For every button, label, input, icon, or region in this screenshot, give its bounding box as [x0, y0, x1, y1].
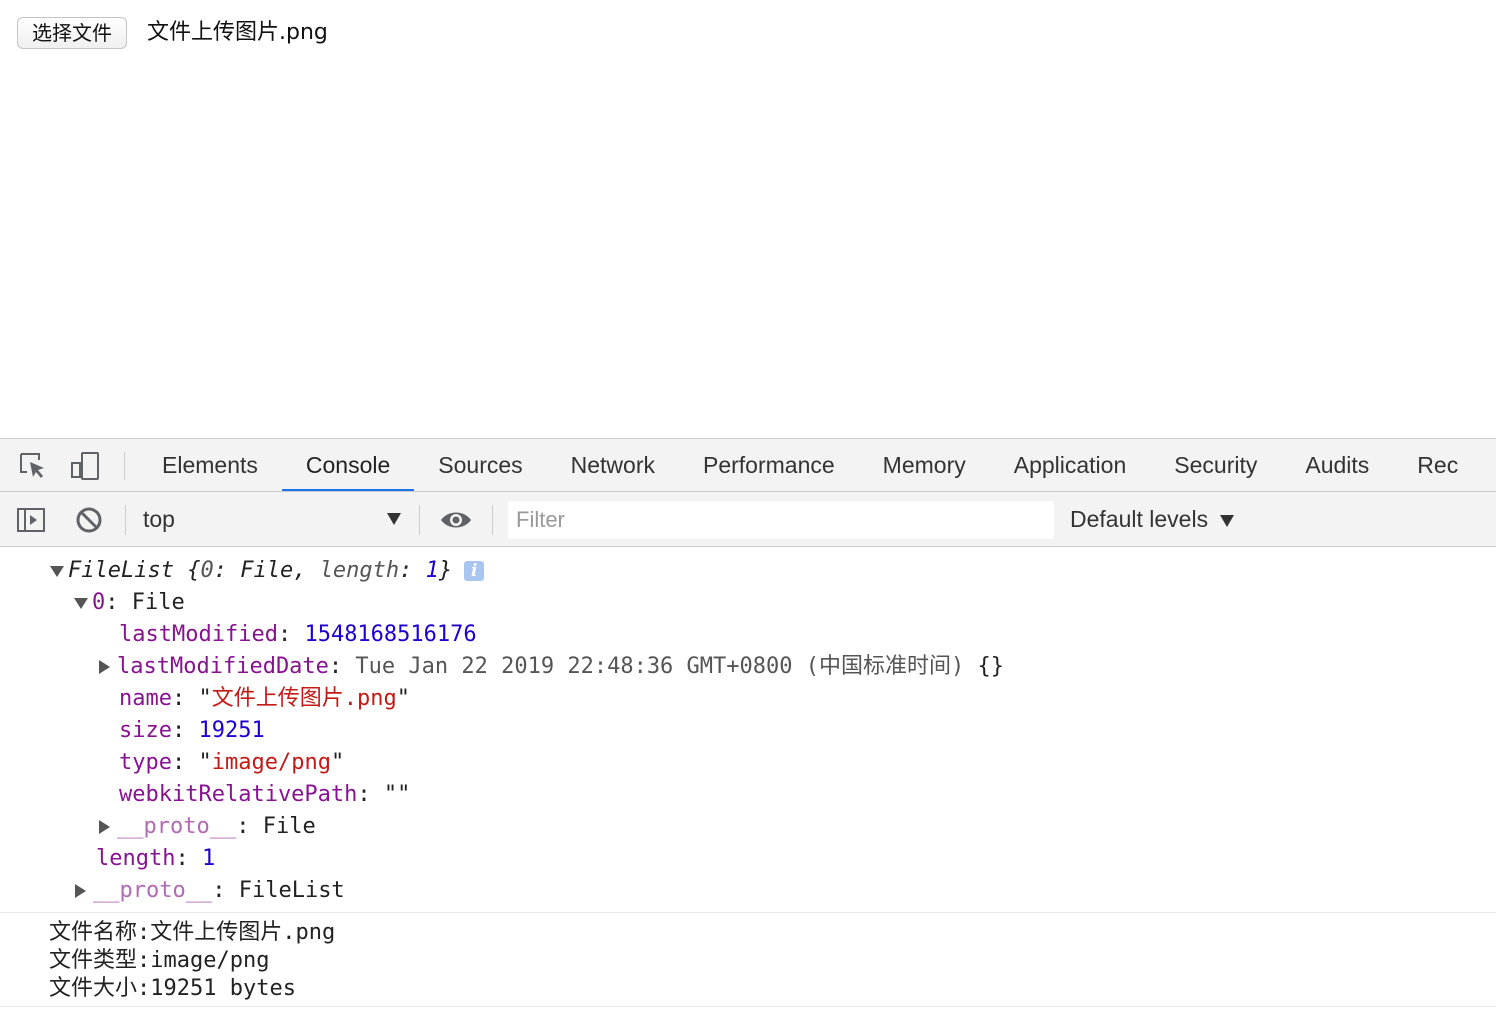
property-row: webkitRelativePath: "": [119, 782, 411, 807]
tab-network[interactable]: Network: [547, 439, 679, 491]
expand-arrow-icon[interactable]: [75, 884, 86, 898]
context-selector-label: top: [143, 506, 175, 532]
collapse-arrow-icon[interactable]: [74, 597, 88, 609]
tab-sources[interactable]: Sources: [414, 439, 546, 491]
property-row: length: 1: [96, 846, 216, 871]
property-key: length: [96, 846, 176, 871]
message-divider: [0, 912, 1496, 913]
toolbar-divider: [419, 505, 420, 535]
property-key: __proto__: [93, 878, 213, 903]
preview-brace-close: }: [438, 558, 453, 583]
selected-file-name: 文件上传图片.png: [147, 20, 328, 45]
property-key: lastModified: [119, 622, 278, 647]
inspect-element-icon[interactable]: [18, 451, 48, 481]
tab-bar-divider: [124, 452, 125, 480]
property-value: FileList: [238, 878, 345, 903]
toolbar-divider: [492, 505, 493, 535]
toolbar-divider: [125, 505, 126, 535]
property-value: 文件上传图片.png: [211, 686, 397, 711]
property-value: 1548168516176: [304, 622, 477, 647]
device-toolbar-icon[interactable]: [70, 451, 100, 481]
clear-console-icon[interactable]: [74, 505, 104, 535]
levels-dropdown-icon: [1220, 514, 1235, 527]
expand-arrow-icon[interactable]: [99, 660, 110, 674]
live-expression-eye-icon[interactable]: [440, 505, 471, 535]
message-divider: [0, 1006, 1496, 1007]
console-output: FileList {0: File, length: 1} i 0: File l…: [0, 547, 1496, 1014]
property-value: File: [131, 590, 185, 615]
context-selector[interactable]: top: [143, 492, 405, 546]
devtools-tab-bar: Elements Console Sources Network Perform…: [0, 438, 1496, 492]
property-value: 19251: [198, 718, 265, 743]
property-key: lastModifiedDate: [117, 654, 329, 679]
console-filter-input[interactable]: Filter: [508, 501, 1054, 539]
proto-row[interactable]: __proto__: FileList: [75, 875, 345, 907]
tab-application[interactable]: Application: [990, 439, 1151, 491]
proto-row[interactable]: __proto__: File: [99, 811, 316, 843]
property-row: lastModified: 1548168516176: [119, 622, 477, 647]
console-toolbar: top Filter Default levels: [0, 492, 1496, 547]
object-class-name: FileList: [68, 558, 174, 583]
show-sidebar-icon[interactable]: [16, 505, 46, 535]
expand-arrow-icon[interactable]: [99, 820, 110, 834]
property-value: Tue Jan 22 2019 22:48:36 GMT+0800 (中国标准时…: [355, 654, 965, 679]
tab-security[interactable]: Security: [1150, 439, 1281, 491]
property-key: 0: [92, 590, 106, 615]
choose-file-button[interactable]: 选择文件: [17, 17, 127, 49]
property-value: "": [383, 782, 411, 807]
property-row: name: "文件上传图片.png": [119, 686, 410, 711]
log-levels-dropdown[interactable]: Default levels: [1070, 492, 1235, 546]
collapse-arrow-icon[interactable]: [50, 565, 64, 577]
property-value: 1: [201, 846, 216, 871]
log-message: 文件名称:文件上传图片.png: [49, 920, 336, 945]
log-message: 文件大小:19251 bytes: [49, 976, 296, 1001]
file-entry-row[interactable]: 0: File: [74, 587, 185, 619]
property-key: size: [119, 718, 172, 743]
property-key: type: [119, 750, 172, 775]
devtools-panel: Elements Console Sources Network Perform…: [0, 438, 1496, 1014]
tab-performance[interactable]: Performance: [679, 439, 859, 491]
property-value: image/png: [211, 750, 331, 775]
property-value: File: [262, 814, 316, 839]
filelist-object-row[interactable]: FileList {0: File, length: 1} i: [50, 555, 485, 587]
log-message: 文件类型:image/png: [49, 948, 270, 973]
property-row: size: 19251: [119, 718, 265, 743]
web-page: 选择文件 文件上传图片.png: [0, 0, 1496, 438]
property-row[interactable]: lastModifiedDate: Tue Jan 22 2019 22:48:…: [99, 651, 1004, 683]
tab-audits[interactable]: Audits: [1281, 439, 1393, 491]
preview-key: length: [319, 558, 400, 583]
property-suffix: {}: [964, 654, 1004, 679]
preview-number: 1: [425, 558, 439, 583]
tab-memory[interactable]: Memory: [859, 439, 990, 491]
preview-colon: :: [399, 558, 426, 583]
log-levels-label: Default levels: [1070, 506, 1209, 532]
context-dropdown-icon: [387, 513, 401, 525]
preview-brace-open: {: [173, 558, 201, 583]
tab-console[interactable]: Console: [281, 439, 415, 491]
preview-value: : File,: [213, 558, 320, 583]
info-icon[interactable]: i: [464, 561, 485, 581]
tab-elements[interactable]: Elements: [138, 439, 282, 491]
preview-key: 0: [200, 558, 214, 583]
devtools-tabs: Elements Console Sources Network Perform…: [138, 439, 1482, 491]
property-row: type: "image/png": [119, 750, 345, 775]
tab-recorder[interactable]: Rec: [1393, 439, 1482, 491]
property-key: __proto__: [117, 814, 237, 839]
property-key: webkitRelativePath: [119, 782, 358, 807]
property-key: name: [119, 686, 172, 711]
